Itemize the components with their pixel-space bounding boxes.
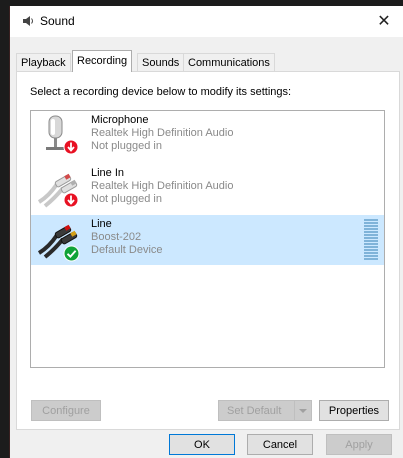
speaker-icon	[23, 16, 33, 26]
ok-button[interactable]: OK	[169, 434, 235, 455]
apply-button[interactable]: Apply	[326, 434, 392, 455]
list-item-line[interactable]: Line Boost-202 Default Device	[31, 215, 384, 265]
set-default-button[interactable]: Set Default	[218, 400, 312, 421]
set-default-label: Set Default	[227, 405, 282, 417]
list-item-line-in[interactable]: Line In Realtek High Definition Audio No…	[31, 164, 384, 214]
unplugged-badge-icon	[63, 139, 79, 155]
sound-dialog: Sound ✕ Playback Recording Sounds Commun…	[9, 6, 403, 458]
cancel-button[interactable]: Cancel	[247, 434, 313, 455]
list-item-microphone[interactable]: Microphone Realtek High Definition Audio…	[31, 111, 384, 161]
window-title: Sound	[40, 14, 75, 28]
instruction-text: Select a recording device below to modif…	[30, 86, 292, 98]
chevron-down-icon[interactable]	[294, 401, 311, 420]
tab-playback[interactable]: Playback	[16, 53, 71, 72]
title-bar: Sound ✕	[10, 6, 403, 37]
tab-recording[interactable]: Recording	[72, 50, 133, 72]
device-driver: Realtek High Definition Audio	[91, 180, 234, 192]
device-driver: Boost-202	[91, 231, 142, 243]
device-name: Line	[91, 218, 112, 230]
configure-button[interactable]: Configure	[31, 400, 101, 421]
tab-sounds[interactable]: Sounds	[137, 53, 185, 72]
close-button[interactable]: ✕	[364, 6, 403, 37]
device-driver: Realtek High Definition Audio	[91, 127, 234, 139]
device-status: Default Device	[91, 244, 163, 256]
level-meter	[364, 219, 378, 261]
properties-button[interactable]: Properties	[319, 400, 389, 421]
device-name: Microphone	[91, 114, 149, 126]
default-check-icon	[63, 245, 80, 262]
device-status: Not plugged in	[91, 193, 162, 205]
device-list[interactable]: Microphone Realtek High Definition Audio…	[30, 110, 385, 368]
recording-panel: Select a recording device below to modif…	[16, 71, 400, 430]
device-name: Line In	[91, 167, 125, 179]
tab-communications[interactable]: Communications	[183, 53, 275, 72]
unplugged-badge-icon	[63, 192, 79, 208]
device-status: Not plugged in	[91, 140, 162, 152]
